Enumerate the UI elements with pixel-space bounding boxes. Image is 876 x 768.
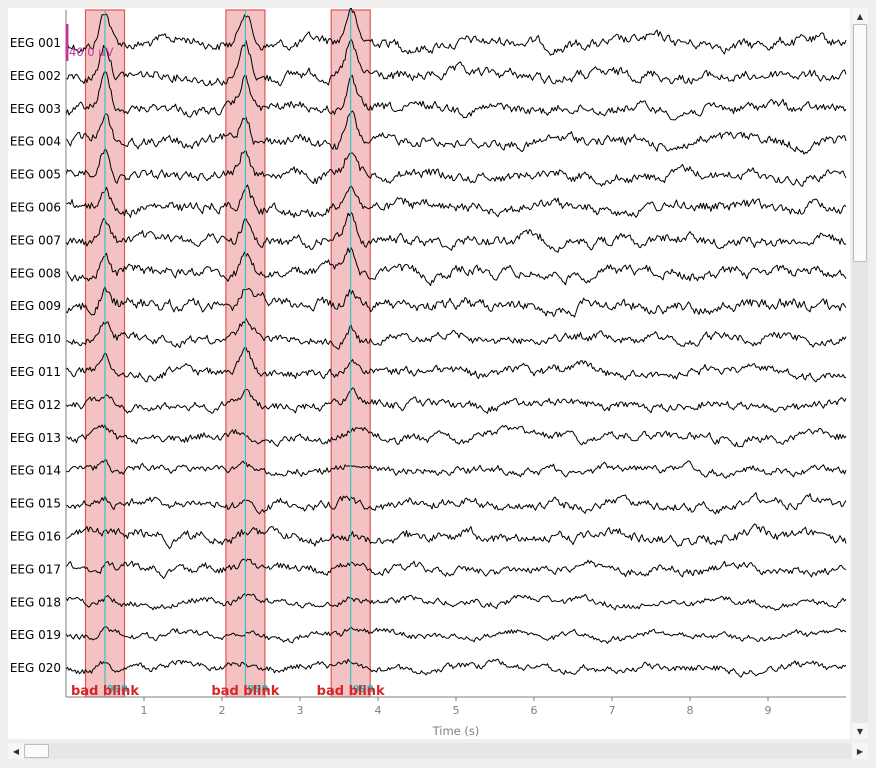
- trace-eeg-008[interactable]: [65, 247, 847, 287]
- channel-label[interactable]: EEG 016: [10, 530, 61, 544]
- x-tick-label: 3: [297, 704, 304, 717]
- channel-label[interactable]: EEG 001: [10, 36, 61, 50]
- channel-label[interactable]: EEG 004: [10, 135, 61, 149]
- eeg-plot-panel[interactable]: 998 bad blink 998 bad blink 998 bad blink EEG…: [8, 8, 850, 739]
- channel-label[interactable]: EEG 015: [10, 497, 61, 511]
- trace-eeg-004[interactable]: [65, 110, 847, 155]
- x-tick-label: 8: [687, 704, 694, 717]
- vertical-scrollbar[interactable]: ▲ ▼: [852, 8, 868, 739]
- trace-eeg-005[interactable]: [65, 148, 847, 187]
- channel-label[interactable]: EEG 008: [10, 266, 61, 280]
- horizontal-scrollbar[interactable]: ◀ ▶: [8, 743, 868, 759]
- trace-eeg-009[interactable]: [65, 285, 847, 318]
- vertical-scroll-thumb[interactable]: [853, 24, 867, 262]
- scroll-down-icon[interactable]: ▼: [852, 723, 868, 739]
- eeg-traces-plot[interactable]: 998bad blink 998bad blink 998bad blink EEG…: [8, 8, 850, 739]
- trace-eeg-016[interactable]: [65, 523, 847, 550]
- channel-label[interactable]: EEG 010: [10, 332, 61, 346]
- channel-label[interactable]: EEG 002: [10, 69, 61, 83]
- trace-eeg-019[interactable]: [65, 626, 847, 644]
- channel-label[interactable]: EEG 011: [10, 365, 61, 379]
- channel-label[interactable]: EEG 018: [10, 595, 61, 609]
- trace-eeg-006[interactable]: [65, 184, 847, 218]
- x-tick-label: 6: [531, 704, 538, 717]
- channel-label[interactable]: EEG 013: [10, 431, 61, 445]
- trace-eeg-020[interactable]: [65, 658, 847, 678]
- channel-label[interactable]: EEG 017: [10, 562, 61, 576]
- channel-label[interactable]: EEG 007: [10, 233, 61, 247]
- x-tick-label: 1: [141, 704, 148, 717]
- trace-eeg-015[interactable]: [65, 492, 847, 515]
- x-axis: 1 2 3 4 5 6 7 8 9 Time (s): [65, 10, 846, 738]
- trace-eeg-018[interactable]: [65, 593, 847, 611]
- trace-eeg-003[interactable]: [65, 70, 847, 121]
- x-tick-label: 2: [219, 704, 226, 717]
- trace-eeg-001[interactable]: [65, 8, 847, 56]
- trace-eeg-011[interactable]: [65, 347, 847, 383]
- scroll-right-icon[interactable]: ▶: [852, 743, 868, 759]
- scale-bar-label: 40.0 µV: [69, 45, 114, 59]
- trace-eeg-010[interactable]: [65, 318, 847, 350]
- x-tick-label: 9: [765, 704, 772, 717]
- channel-label[interactable]: EEG 009: [10, 299, 61, 313]
- channel-label[interactable]: EEG 020: [10, 661, 61, 675]
- channel-label[interactable]: EEG 014: [10, 464, 61, 478]
- x-axis-title: Time (s): [432, 724, 480, 738]
- horizontal-scroll-thumb[interactable]: [24, 744, 49, 758]
- trace-eeg-013[interactable]: [65, 423, 847, 448]
- channel-label[interactable]: EEG 006: [10, 201, 61, 215]
- trace-eeg-017[interactable]: [65, 558, 847, 579]
- x-tick-label: 7: [609, 704, 616, 717]
- x-tick-label: 4: [375, 704, 382, 717]
- trace-layer: [65, 8, 847, 678]
- channel-label[interactable]: EEG 005: [10, 168, 61, 182]
- channel-label[interactable]: EEG 012: [10, 398, 61, 412]
- trace-eeg-012[interactable]: [65, 387, 847, 414]
- x-tick-label: 5: [453, 704, 460, 717]
- channel-label[interactable]: EEG 019: [10, 628, 61, 642]
- trace-eeg-007[interactable]: [65, 212, 847, 253]
- channel-label[interactable]: EEG 003: [10, 102, 61, 116]
- channel-label-layer: EEG 001 EEG 002 EEG 003 EEG 004 EEG 005 EEG 0…: [10, 36, 61, 675]
- trace-eeg-014[interactable]: [65, 458, 847, 479]
- scroll-left-icon[interactable]: ◀: [8, 743, 24, 759]
- scroll-up-icon[interactable]: ▲: [852, 8, 868, 24]
